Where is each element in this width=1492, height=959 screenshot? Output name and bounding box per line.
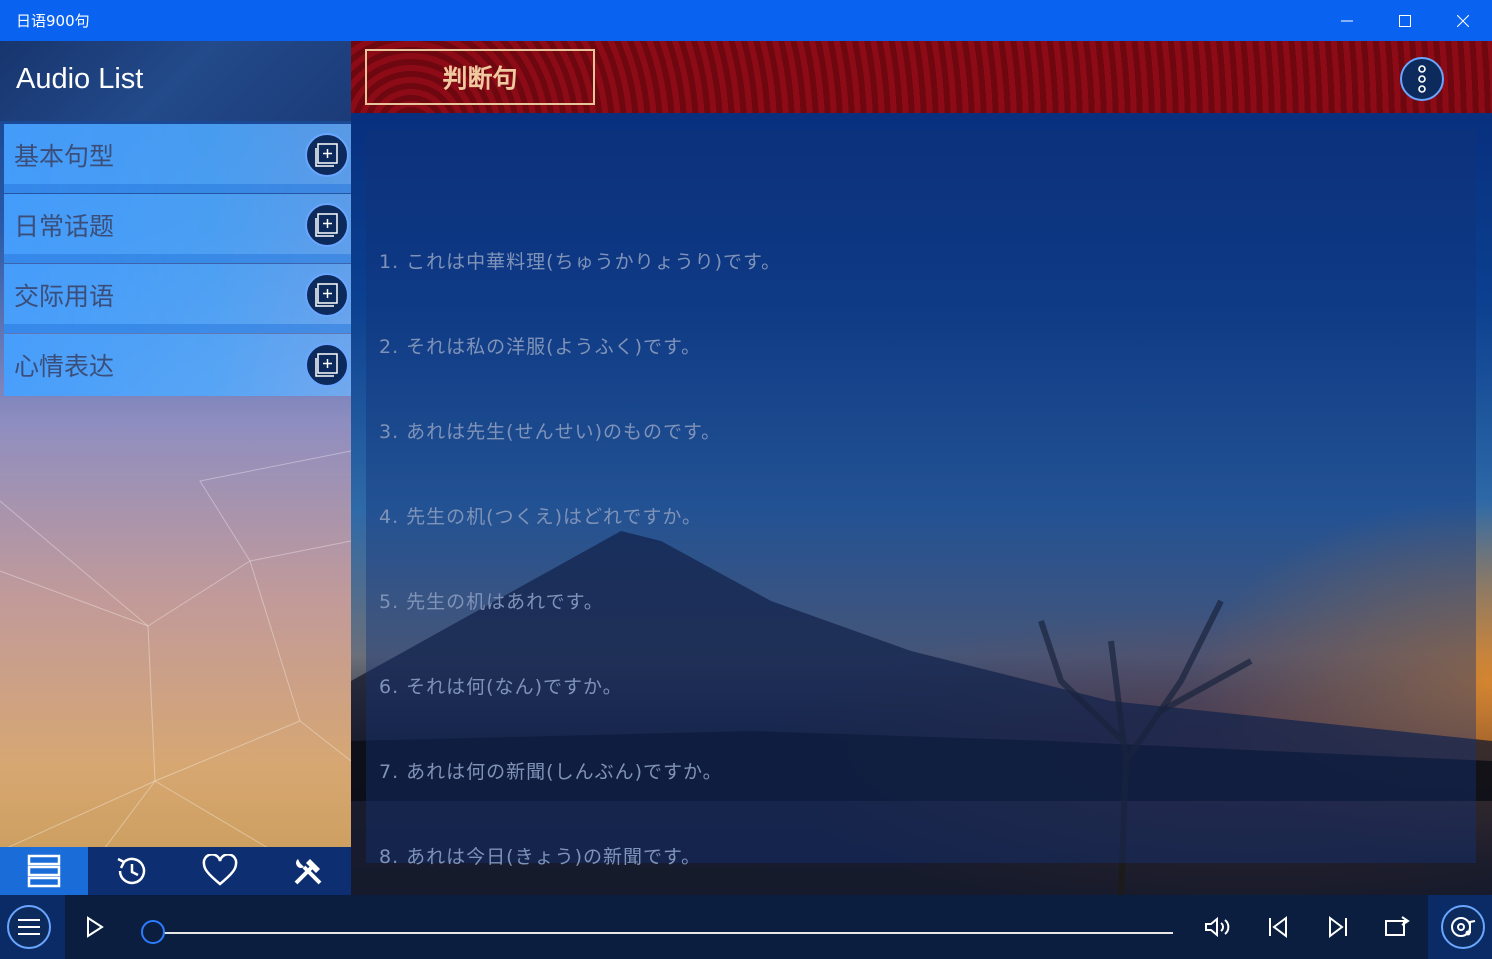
category-label: 心情表达	[14, 352, 115, 381]
minimize-icon	[1341, 20, 1353, 21]
add-playlist-button[interactable]	[305, 133, 349, 177]
volume-icon	[1205, 916, 1230, 938]
title-bar: 日语900句	[0, 0, 1492, 41]
category-label: 日常话题	[14, 212, 115, 241]
tab-history[interactable]	[88, 847, 176, 895]
list-item[interactable]: 7. あれは何の新聞(しんぶん)ですか。	[379, 757, 723, 784]
section-title: 判断句	[442, 64, 518, 93]
tab-favorites[interactable]	[176, 847, 264, 895]
list-item[interactable]: 4. 先生の机(つくえ)はどれですか。	[379, 502, 702, 529]
add-to-playlist-icon	[315, 283, 338, 307]
category-label: 交际用语	[14, 282, 115, 311]
left-header: Audio List	[0, 41, 351, 121]
close-button[interactable]	[1434, 0, 1492, 41]
history-icon	[117, 857, 146, 885]
list-item[interactable]: 6. それは何(なん)ですか。	[379, 672, 623, 699]
skip-previous-icon	[1269, 916, 1287, 938]
add-to-playlist-icon	[315, 143, 338, 167]
audio-list-panel: Audio List 基本句型 日常话题 交际用语 心情表达	[0, 41, 351, 895]
skip-next-icon	[1329, 916, 1347, 938]
more-options-button[interactable]	[1400, 57, 1444, 101]
player-bar	[0, 895, 1492, 959]
tab-audio-list[interactable]	[0, 847, 88, 895]
heart-icon	[202, 854, 238, 886]
section-banner: 判断句	[351, 41, 1492, 113]
category-item[interactable]: 心情表达	[4, 334, 351, 396]
window-title: 日语900句	[16, 12, 90, 30]
repeat-mode-button[interactable]	[1380, 909, 1416, 945]
now-playing-button[interactable]	[1441, 905, 1485, 949]
list-item[interactable]: 2. それは私の洋服(ようふく)です。	[379, 332, 701, 359]
add-to-playlist-icon	[315, 213, 338, 237]
add-playlist-button[interactable]	[305, 203, 349, 247]
volume-button[interactable]	[1200, 909, 1236, 945]
category-item[interactable]: 日常话题	[4, 194, 351, 263]
play-button[interactable]	[77, 909, 113, 945]
tab-tools[interactable]	[264, 847, 352, 895]
category-item[interactable]: 基本句型	[4, 124, 351, 193]
sentence-list: 1. これは中華料理(ちゅうかりょうり)です。 2. それは私の洋服(ようふく)…	[366, 130, 1476, 868]
hamburger-icon	[18, 919, 40, 935]
more-vertical-icon	[1418, 65, 1426, 93]
add-playlist-button[interactable]	[305, 343, 349, 387]
progress-track[interactable]	[153, 932, 1173, 934]
left-nav-tabs	[0, 847, 351, 895]
list-item[interactable]: 1. これは中華料理(ちゅうかりょうり)です。	[379, 247, 781, 274]
category-item[interactable]: 交际用语	[4, 264, 351, 333]
next-button[interactable]	[1320, 909, 1356, 945]
section-title-box: 判断句	[365, 49, 595, 105]
close-icon	[1457, 14, 1469, 27]
category-label: 基本句型	[14, 142, 115, 171]
menu-button[interactable]	[7, 905, 51, 949]
list-item[interactable]: 3. あれは先生(せんせい)のものです。	[379, 417, 721, 444]
maximize-icon	[1399, 14, 1411, 27]
previous-button[interactable]	[1260, 909, 1296, 945]
list-item[interactable]: 8. あれは今日(きょう)の新聞です。	[379, 842, 701, 869]
list-icon	[27, 854, 61, 888]
play-icon	[87, 916, 104, 938]
list-item[interactable]: 5. 先生の机はあれです。	[379, 587, 604, 614]
add-to-playlist-icon	[315, 353, 338, 377]
music-disc-icon	[1451, 917, 1476, 937]
add-playlist-button[interactable]	[305, 273, 349, 317]
repeat-icon	[1385, 916, 1410, 936]
progress-thumb[interactable]	[141, 920, 165, 944]
minimize-button[interactable]	[1318, 0, 1376, 41]
audio-list-title: Audio List	[16, 63, 144, 95]
maximize-button[interactable]	[1376, 0, 1434, 41]
tools-icon	[294, 859, 322, 885]
